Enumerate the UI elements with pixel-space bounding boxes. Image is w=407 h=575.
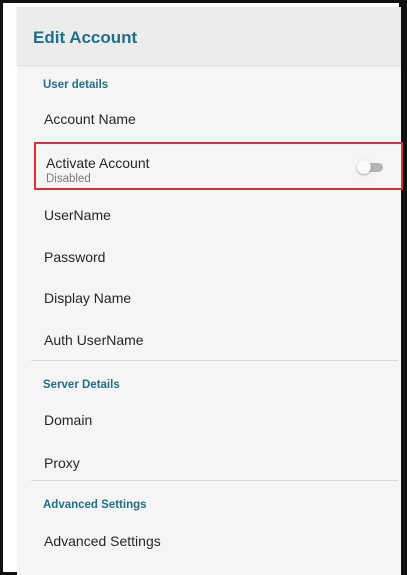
password-label: Password <box>44 249 106 265</box>
activate-account-item[interactable]: Activate Account Disabled <box>34 142 403 190</box>
toggle-thumb <box>357 160 371 174</box>
proxy-label: Proxy <box>44 455 80 471</box>
username-item[interactable]: UserName <box>17 195 401 235</box>
section-header-server-details: Server Details <box>43 379 120 391</box>
section-header-advanced: Advanced Settings <box>43 499 147 511</box>
account-name-label: Account Name <box>44 111 136 127</box>
password-item[interactable]: Password <box>17 237 401 277</box>
activate-account-label: Activate Account <box>46 155 150 171</box>
account-name-item[interactable]: Account Name <box>17 99 401 139</box>
section-divider <box>31 480 398 481</box>
activate-account-toggle[interactable] <box>357 160 385 174</box>
display-name-item[interactable]: Display Name <box>17 278 401 318</box>
page-title: Edit Account <box>33 28 138 47</box>
domain-label: Domain <box>44 412 93 428</box>
auth-username-label: Auth UserName <box>44 332 144 348</box>
display-name-label: Display Name <box>44 290 132 306</box>
auth-username-item[interactable]: Auth UserName <box>17 320 401 360</box>
screenshot-frame: Edit Account User details Account Name A… <box>0 0 407 575</box>
advanced-settings-label: Advanced Settings <box>44 533 161 549</box>
edit-account-screen: Edit Account User details Account Name A… <box>17 7 403 575</box>
activate-account-status: Disabled <box>46 173 91 185</box>
section-header-user-details: User details <box>43 79 109 91</box>
proxy-item[interactable]: Proxy <box>17 443 401 483</box>
app-bar: Edit Account <box>17 7 401 65</box>
section-divider <box>31 360 398 361</box>
advanced-settings-item[interactable]: Advanced Settings <box>17 521 401 561</box>
domain-item[interactable]: Domain <box>17 400 401 440</box>
username-label: UserName <box>44 207 111 223</box>
